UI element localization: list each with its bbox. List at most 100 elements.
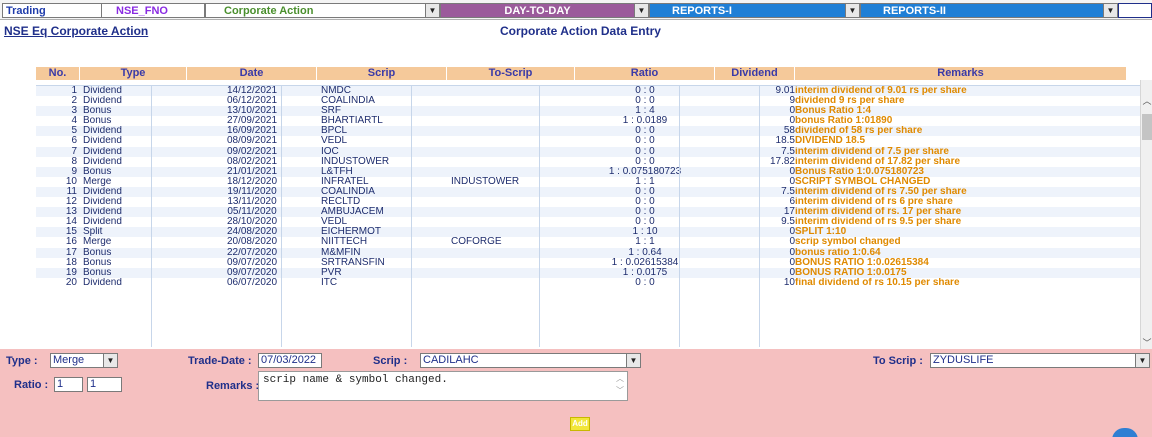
cell-ratio: 0 : 0 <box>635 96 655 107</box>
table-row[interactable]: 13 Dividend 05/11/2020 AMBUJACEM 0 : 0 17 inte… <box>36 207 1140 218</box>
table-row[interactable]: 7 Dividend 09/02/2021 IOC 0 : 0 7.5 interim di… <box>36 146 1140 157</box>
cell-type: Dividend <box>83 197 122 208</box>
table-row[interactable]: 10 Merge 18/12/2020 INFRATEL INDUSTOWER 1 : 1… <box>36 176 1140 187</box>
ratio-right-input[interactable]: 1 <box>87 377 122 392</box>
cell-toscrip <box>447 96 575 106</box>
table-row[interactable]: 9 Bonus 21/01/2021 L&TFH 1 : 0.075180723 0 Bon… <box>36 166 1140 177</box>
cell-date: 21/01/2021 <box>226 166 278 177</box>
cell-ratio: 1 : 0.02615384 <box>611 257 679 268</box>
tradedate-input[interactable]: 07/03/2022 <box>258 353 322 368</box>
scroll-up-icon[interactable]: ︿ <box>1141 94 1152 108</box>
cell-dividend: 0 <box>789 267 795 278</box>
type-select[interactable]: Merge ▼ <box>50 353 118 368</box>
cell-scrip: COALINDIA <box>321 186 375 197</box>
table-scrollbar[interactable]: ︿ ﹀ <box>1140 80 1152 350</box>
scroll-down-icon[interactable]: ﹀ <box>1141 336 1152 350</box>
table-row[interactable]: 6 Dividend 08/09/2021 VEDL 0 : 0 18.5 DIVIDEND… <box>36 136 1140 147</box>
table-row[interactable]: 5 Dividend 16/09/2021 BPCL 0 : 0 58 dividend o… <box>36 126 1140 137</box>
cell-dividend: 18.5 <box>775 136 795 147</box>
table-row[interactable]: 4 Bonus 27/09/2021 BHARTIARTL 1 : 0.0189 0 bon… <box>36 116 1140 127</box>
cell-no: 15 <box>65 227 77 238</box>
daytoday-menu[interactable]: DAY-TO-DAY ▼ <box>440 3 649 18</box>
cell-toscrip <box>447 147 575 157</box>
cell-date: 06/12/2021 <box>226 96 278 107</box>
extra-nav-box[interactable] <box>1118 3 1152 18</box>
reports1-menu[interactable]: REPORTS-I ▼ <box>649 3 860 18</box>
cell-dividend: 0 <box>789 257 795 268</box>
chevron-down-icon[interactable]: ▼ <box>634 4 648 17</box>
cell-toscrip: INDUSTOWER <box>451 176 520 187</box>
chevron-down-icon[interactable]: ▼ <box>425 4 439 17</box>
cell-remarks: interim dividend of 9.01 rs per share <box>795 86 967 96</box>
data-table: 1 Dividend 14/12/2021 NMDC 0 : 0 9.01 interim … <box>36 85 1140 347</box>
textarea-scroll-icon[interactable]: ︿ ﹀ <box>615 374 625 398</box>
cell-type: Dividend <box>83 217 122 228</box>
remarks-textarea[interactable]: scrip name & symbol changed. ︿ ﹀ <box>258 371 628 401</box>
table-row[interactable]: 12 Dividend 13/11/2020 RECLTD 0 : 0 6 interim … <box>36 197 1140 208</box>
cell-ratio: 1 : 0.0175 <box>622 267 668 278</box>
cell-ratio: 1 : 10 <box>632 227 658 238</box>
breadcrumb[interactable]: NSE Eq Corporate Action <box>4 24 148 38</box>
cell-toscrip <box>447 86 575 96</box>
cell-remarks: interim dividend of rs 6 pre share <box>795 197 953 208</box>
cell-dividend: 17 <box>783 207 795 218</box>
segment-select-label: NSE_FNO <box>116 4 168 17</box>
cell-remarks: interim dividend of rs 9.5 per share <box>795 217 962 228</box>
cell-scrip: M&MFIN <box>321 247 361 258</box>
cell-scrip: PVR <box>321 267 342 278</box>
toscrip-select[interactable]: ZYDUSLIFE ▼ <box>930 353 1150 368</box>
cell-toscrip <box>447 106 575 116</box>
chevron-down-icon[interactable]: ▼ <box>103 354 117 367</box>
cell-scrip: SRF <box>321 106 341 117</box>
col-header-toscrip: To-Scrip <box>447 67 575 80</box>
cell-toscrip <box>447 197 575 207</box>
chevron-down-icon[interactable]: ▼ <box>845 4 859 17</box>
cell-type: Merge <box>83 237 112 248</box>
cell-scrip: RECLTD <box>321 197 361 208</box>
cell-date: 19/11/2020 <box>227 186 277 197</box>
cell-dividend: 10 <box>783 277 795 288</box>
cell-date: 16/09/2021 <box>226 126 278 137</box>
chevron-down-icon[interactable]: ▼ <box>1103 4 1117 17</box>
scrip-select[interactable]: CADILAHC ▼ <box>420 353 641 368</box>
scroll-thumb[interactable] <box>1142 114 1152 140</box>
chevron-down-icon[interactable]: ▼ <box>1135 354 1149 367</box>
cell-scrip: VEDL <box>321 136 348 147</box>
cell-toscrip <box>447 116 575 126</box>
table-row[interactable]: 16 Merge 20/08/2020 NIITTECH COFORGE 1 : 1 0 sc… <box>36 237 1140 248</box>
reports2-menu[interactable]: REPORTS-II ▼ <box>860 3 1118 18</box>
table-row[interactable]: 11 Dividend 19/11/2020 COALINDIA 0 : 0 7.5 int… <box>36 186 1140 198</box>
table-row[interactable]: 3 Bonus 13/10/2021 SRF 1 : 4 0 Bonus Ratio 1:4 <box>36 106 1140 117</box>
cell-dividend: 9.01 <box>775 86 795 96</box>
ratio-left-input[interactable]: 1 <box>54 377 83 392</box>
cell-remarks: SPLIT 1:10 <box>795 227 847 238</box>
cell-type: Dividend <box>83 136 122 147</box>
scrip-select-value: CADILAHC <box>423 354 479 366</box>
module-select[interactable]: Corporate Action ▼ <box>205 3 440 18</box>
cell-dividend: 0 <box>789 166 795 177</box>
cell-no: 8 <box>71 156 77 167</box>
col-header-scrip: Scrip <box>317 67 447 80</box>
table-row[interactable]: 1 Dividend 14/12/2021 NMDC 0 : 0 9.01 interim … <box>36 86 1140 97</box>
table-row[interactable]: 15 Split 24/08/2020 EICHERMOT 1 : 10 0 SPLIT 1… <box>36 227 1140 238</box>
cell-no: 5 <box>71 126 77 137</box>
table-row[interactable]: 18 Bonus 09/07/2020 SRTRANSFIN 1 : 0.0261538… <box>36 257 1140 268</box>
cell-no: 2 <box>71 96 77 107</box>
add-button[interactable]: Add <box>570 417 590 431</box>
table-row[interactable]: 2 Dividend 06/12/2021 COALINDIA 0 : 0 9 divide… <box>36 96 1140 107</box>
cell-no: 13 <box>65 207 77 218</box>
cell-scrip: VEDL <box>321 217 348 228</box>
table-header: No. Type Date Scrip To-Scrip Ratio Divid… <box>36 67 1126 80</box>
table-row[interactable]: 20 Dividend 06/07/2020 ITC 0 : 0 10 final divi… <box>36 277 1140 288</box>
chevron-down-icon[interactable]: ▼ <box>626 354 640 367</box>
segment-select[interactable]: NSE_FNO ▼ <box>101 3 219 18</box>
table-row[interactable]: 19 Bonus 09/07/2020 PVR 1 : 0.0175 0 BONUS RAT… <box>36 267 1140 278</box>
column-divider <box>679 85 680 347</box>
table-row[interactable]: 17 Bonus 22/07/2020 M&MFIN 1 : 0.64 0 bonus ra… <box>36 247 1140 258</box>
table-row[interactable]: 14 Dividend 28/10/2020 VEDL 0 : 0 9.5 interim … <box>36 217 1140 228</box>
cell-ratio: 1 : 0.64 <box>628 247 662 258</box>
table-row[interactable]: 8 Dividend 08/02/2021 INDUSTOWER 0 : 0 17.82 i… <box>36 156 1140 167</box>
cell-remarks: scrip symbol changed <box>795 237 901 248</box>
cell-type: Bonus <box>83 257 112 268</box>
column-divider <box>281 85 282 347</box>
